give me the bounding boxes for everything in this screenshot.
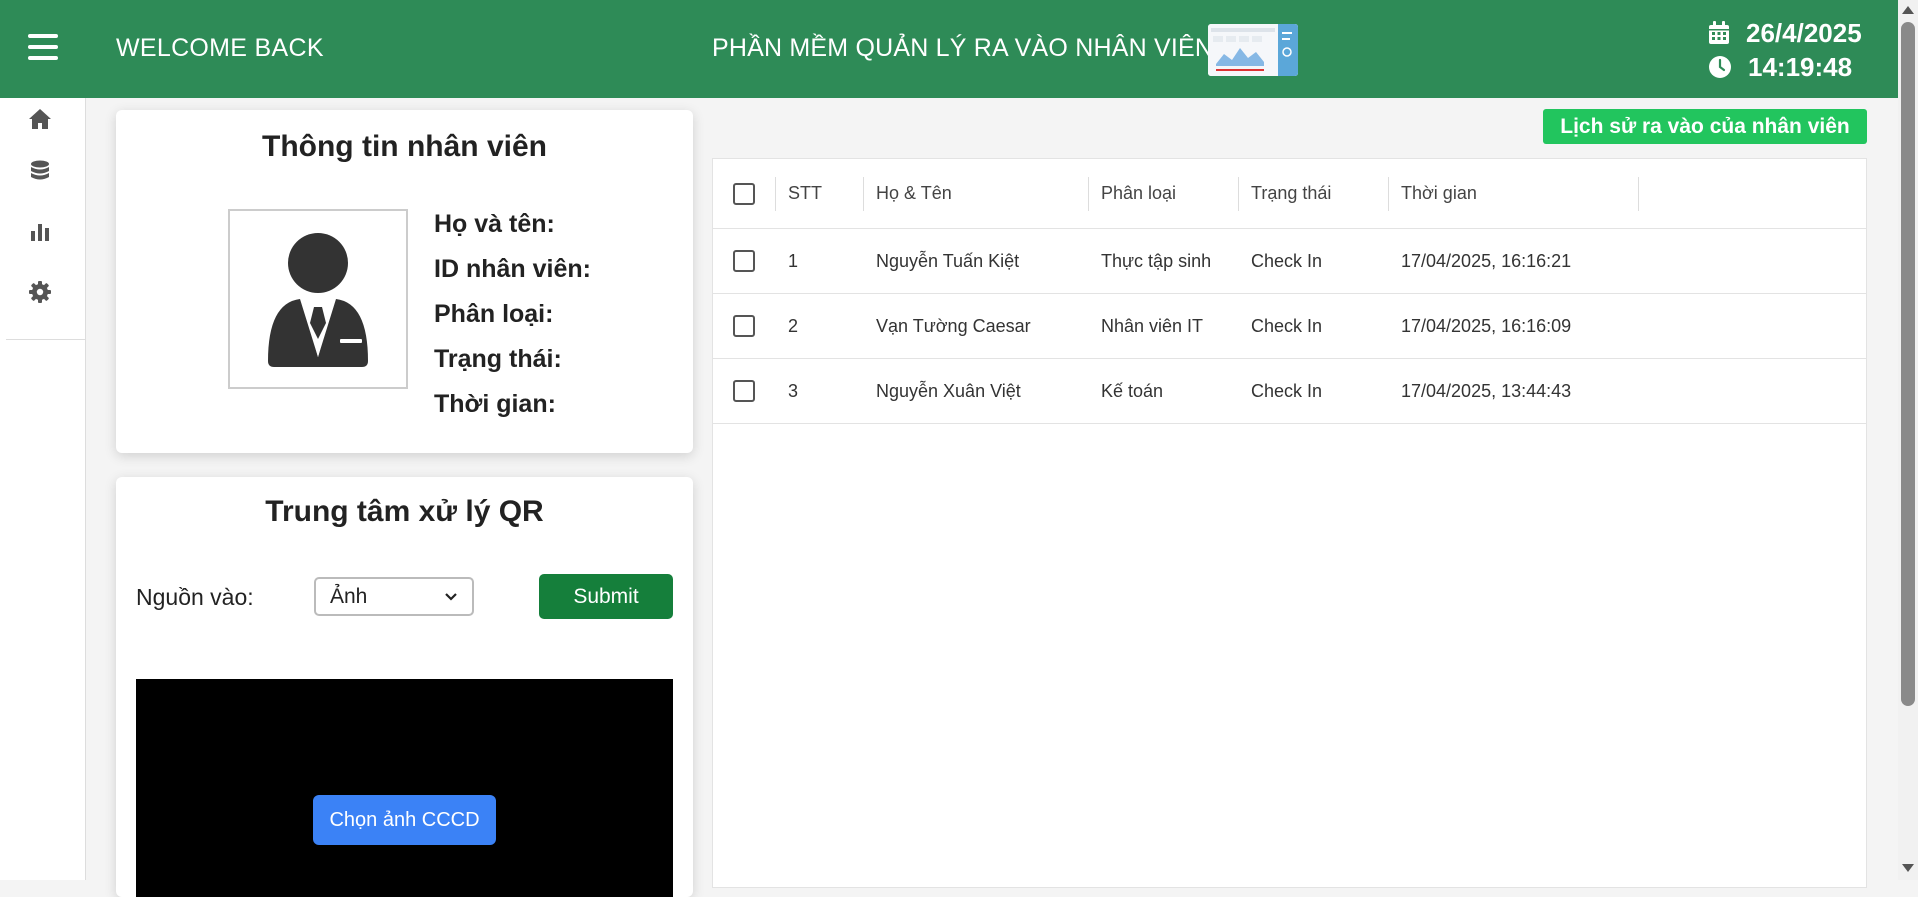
datetime-display: 26/4/2025 14:19:48	[1708, 16, 1862, 84]
cell-name: Nguyễn Xuân Việt	[876, 380, 1021, 401]
app-title: PHẦN MỀM QUẢN LÝ RA VÀO NHÂN VIÊN	[712, 34, 1214, 62]
attendance-table: STT Họ & Tên Phân loại Trạng thái Thời g…	[712, 158, 1867, 888]
current-date: 26/4/2025	[1746, 17, 1862, 48]
choose-id-image-button[interactable]: Chọn ảnh CCCD	[313, 795, 496, 845]
sidebar-item-home[interactable]	[0, 98, 85, 142]
entry-history-button[interactable]: Lịch sử ra vào của nhân viên	[1543, 109, 1867, 144]
employee-info-card: Thông tin nhân viên Họ và tên: ID nhân v…	[116, 110, 693, 453]
scroll-up-arrow-icon[interactable]	[1902, 6, 1914, 14]
cell-time: 17/04/2025, 16:16:21	[1401, 250, 1572, 271]
input-source-select[interactable]: Ảnh	[314, 577, 474, 616]
cell-category: Thực tập sinh	[1101, 250, 1212, 271]
cell-time: 17/04/2025, 16:16:09	[1401, 315, 1572, 336]
label-full-name: Họ và tên:	[434, 210, 555, 238]
chevron-down-icon	[445, 592, 457, 601]
input-source-value: Ảnh	[330, 584, 368, 608]
sidebar-item-database[interactable]	[0, 142, 85, 202]
column-header-status[interactable]: Trạng thái	[1251, 159, 1331, 228]
table-row[interactable]: 1 Nguyễn Tuấn Kiệt Thực tập sinh Check I…	[713, 229, 1866, 294]
cell-category: Kế toán	[1101, 380, 1164, 401]
row-checkbox[interactable]	[733, 380, 755, 402]
hamburger-menu-icon[interactable]	[28, 34, 58, 60]
row-checkbox[interactable]	[733, 250, 755, 272]
home-icon	[28, 109, 51, 129]
qr-center-title: Trung tâm xử lý QR	[265, 495, 544, 528]
column-header-category[interactable]: Phân loại	[1101, 159, 1176, 228]
database-icon	[30, 160, 49, 180]
cell-status: Check In	[1251, 315, 1323, 336]
scroll-thumb[interactable]	[1901, 22, 1915, 706]
sidebar-item-settings[interactable]	[0, 262, 85, 322]
bar-chart-icon	[30, 224, 49, 241]
label-category: Phân loại:	[434, 300, 554, 328]
image-preview-area: Chọn ảnh CCCD	[136, 679, 673, 897]
cell-name: Vạn Tường Caesar	[876, 315, 1031, 336]
label-employee-id: ID nhân viên:	[434, 255, 591, 283]
input-source-label: Nguồn vào:	[136, 584, 254, 610]
column-header-time[interactable]: Thời gian	[1401, 159, 1477, 228]
businessman-avatar-icon	[268, 233, 368, 367]
column-header-name[interactable]: Họ & Tên	[876, 159, 952, 228]
dashboard-logo-icon	[1208, 24, 1298, 76]
welcome-text: WELCOME BACK	[116, 34, 324, 62]
label-time: Thời gian:	[434, 390, 556, 418]
table-header-row: STT Họ & Tên Phân loại Trạng thái Thời g…	[713, 159, 1866, 229]
cell-stt: 3	[788, 380, 799, 401]
qr-processing-card: Trung tâm xử lý QR Nguồn vào: Ảnh Submit…	[116, 477, 693, 897]
cell-status: Check In	[1251, 380, 1323, 401]
submit-button[interactable]: Submit	[539, 574, 673, 619]
cell-category: Nhân viên IT	[1101, 315, 1204, 336]
label-status: Trạng thái:	[434, 345, 562, 373]
table-row[interactable]: 2 Vạn Tường Caesar Nhân viên IT Check In…	[713, 294, 1866, 359]
page-scrollbar[interactable]	[1898, 0, 1918, 880]
gear-icon	[28, 281, 51, 303]
sidebar-divider	[6, 339, 86, 340]
cell-name: Nguyễn Tuấn Kiệt	[876, 250, 1020, 271]
clock-icon	[1709, 56, 1731, 78]
cell-stt: 2	[788, 315, 799, 336]
column-header-stt[interactable]: STT	[788, 159, 822, 228]
top-header: WELCOME BACK PHẦN MỀM QUẢN LÝ RA VÀO NHÂ…	[0, 0, 1898, 98]
table-row[interactable]: 3 Nguyễn Xuân Việt Kế toán Check In 17/0…	[713, 359, 1866, 424]
cell-status: Check In	[1251, 250, 1323, 271]
row-checkbox[interactable]	[733, 315, 755, 337]
employee-info-fields: Họ và tên: ID nhân viên: Phân loại: Trạn…	[434, 210, 591, 435]
employee-info-title: Thông tin nhân viên	[262, 130, 547, 163]
sidebar	[0, 98, 86, 880]
scroll-down-arrow-icon[interactable]	[1902, 864, 1914, 872]
cell-stt: 1	[788, 250, 799, 271]
employee-avatar	[228, 209, 408, 389]
select-all-checkbox[interactable]	[733, 182, 755, 205]
calendar-icon	[1709, 21, 1729, 44]
sidebar-item-statistics[interactable]	[0, 202, 85, 262]
cell-time: 17/04/2025, 13:44:43	[1401, 380, 1572, 401]
current-time: 14:19:48	[1748, 51, 1853, 82]
